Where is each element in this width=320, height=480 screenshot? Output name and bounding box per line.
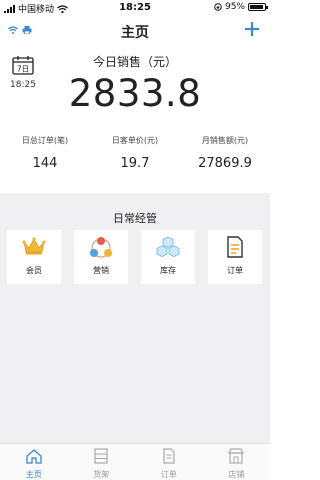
marketing-icon xyxy=(90,237,112,258)
sales-value: 2833.8 xyxy=(68,72,202,115)
battery-percent: 95% xyxy=(224,2,245,12)
inventory-icon xyxy=(156,236,180,257)
tab-label: 主页 xyxy=(25,470,42,479)
daily-management-section: 日常经管 会员 营销 库存 订单 xyxy=(0,193,270,443)
tab-home[interactable]: 主页 xyxy=(0,444,68,480)
tile-marketing[interactable]: 营销 xyxy=(74,230,128,284)
page-title: 主页 xyxy=(121,25,149,41)
stat-value: 19.7 xyxy=(120,156,150,171)
tab-label: 店铺 xyxy=(228,470,245,479)
sales-title: 今日销售（元） xyxy=(92,55,177,69)
home-icon xyxy=(26,449,42,464)
stat-label: 月销售额(元) xyxy=(201,136,249,145)
tile-member[interactable]: 会员 xyxy=(7,230,61,284)
crown-icon xyxy=(22,237,46,255)
stat-value: 27869.9 xyxy=(198,156,252,171)
stat-label: 日客单价(元) xyxy=(111,136,159,145)
rotation-lock-icon xyxy=(214,3,222,11)
stat-value: 144 xyxy=(32,156,58,171)
tile-label: 营销 xyxy=(93,266,109,275)
plus-icon[interactable] xyxy=(242,19,262,39)
stat-avg-price: 日客单价(元) 19.7 xyxy=(90,135,180,171)
store-icon xyxy=(228,448,245,464)
stats-row: 日总订单(笔) 144 日客单价(元) 19.7 月销售额(元) 27869.9 xyxy=(0,135,270,171)
order-icon xyxy=(227,236,243,258)
tab-shelf[interactable]: 货架 xyxy=(68,444,136,480)
tab-orders[interactable]: 订单 xyxy=(135,444,203,480)
tile-label: 会员 xyxy=(26,266,42,275)
tile-order[interactable]: 订单 xyxy=(208,230,262,284)
section-title: 日常经管 xyxy=(113,212,157,225)
bottom-tab-bar: 主页 货架 订单 店铺 xyxy=(0,443,270,480)
tile-grid: 会员 营销 库存 订单 xyxy=(7,230,262,284)
stat-label: 日总订单(笔) xyxy=(21,136,69,145)
tab-label: 货架 xyxy=(93,470,110,479)
app-header: 主页 xyxy=(0,16,270,44)
tile-label: 库存 xyxy=(160,266,176,275)
battery-icon xyxy=(248,3,268,11)
stat-monthly-sales: 月销售额(元) 27869.9 xyxy=(180,135,270,171)
stat-daily-orders: 日总订单(笔) 144 xyxy=(0,135,90,171)
shelf-icon xyxy=(94,448,108,464)
tile-inventory[interactable]: 库存 xyxy=(141,230,195,284)
status-right: 95% xyxy=(214,2,268,12)
tile-label: 订单 xyxy=(227,266,243,275)
tab-store[interactable]: 店铺 xyxy=(203,444,271,480)
status-bar: 中国移动 18:25 95% xyxy=(0,0,270,16)
tab-label: 订单 xyxy=(160,470,177,479)
order-icon xyxy=(163,448,175,464)
